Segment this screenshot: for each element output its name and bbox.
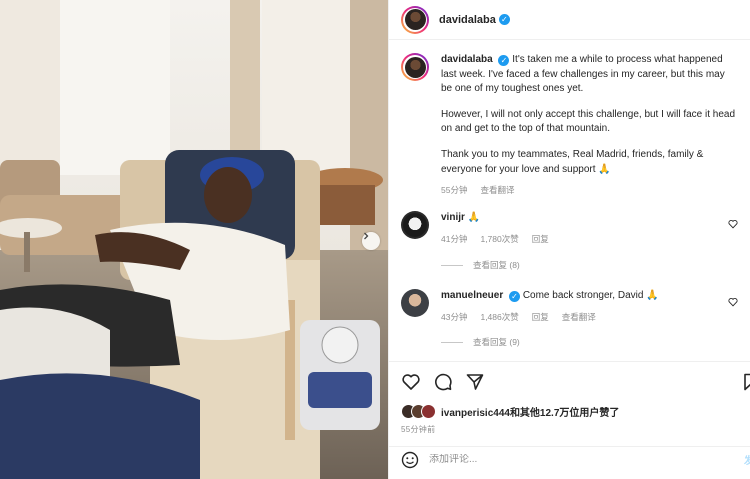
comment-manuelneuer: manuelneuer ✓ Come back stronger, David … xyxy=(401,289,738,347)
heart-icon[interactable] xyxy=(401,372,421,392)
comment-avatar[interactable] xyxy=(401,289,429,317)
heart-icon[interactable] xyxy=(728,219,738,229)
bookmark-icon[interactable] xyxy=(741,372,750,392)
view-replies-vinijr[interactable]: 查看回复 (8) xyxy=(441,259,520,271)
author-avatar[interactable] xyxy=(401,5,429,34)
comment-translate-link[interactable]: 查看翻译 xyxy=(562,310,596,325)
comment-avatar[interactable] xyxy=(401,211,429,239)
comment-reply-link[interactable]: 回复 xyxy=(532,310,549,325)
comment-text: 🙏 xyxy=(467,212,481,223)
photo-illustration xyxy=(0,0,388,479)
comment-likes[interactable]: 1,486次赞 xyxy=(480,310,518,325)
verified-badge-icon: ✓ xyxy=(509,291,521,302)
comment-time: 43分钟 xyxy=(441,311,468,322)
likes-summary: ivanperisic444和其他12.7万位用户赞了 xyxy=(401,404,619,419)
caption-text-2: However, I will not only accept this cha… xyxy=(441,108,736,135)
view-replies-label: 查看回复 (8) xyxy=(473,260,520,270)
caption-avatar[interactable] xyxy=(401,53,429,81)
carousel-next-button[interactable] xyxy=(362,232,380,250)
likes-count-text[interactable]: 和其他12.7万位用户赞了 xyxy=(510,408,619,419)
chevron-right-icon xyxy=(364,232,369,240)
comments-section: davidalaba ✓ It's taken me a while to pr… xyxy=(389,41,750,361)
comment-text: Come back stronger, David 🙏 xyxy=(522,290,659,301)
comment-input[interactable] xyxy=(429,454,709,465)
comment-username[interactable]: vinijr xyxy=(441,212,465,223)
share-icon[interactable] xyxy=(465,372,485,392)
post-details-panel: davidalaba ✓ davidalaba ✓ It's taken me … xyxy=(388,0,750,479)
liker-username[interactable]: ivanperisic444 xyxy=(441,408,510,419)
liker-avatar xyxy=(421,404,436,419)
post-photo xyxy=(0,0,388,479)
comment-username[interactable]: manuelneuer xyxy=(441,290,503,301)
comment-time: 41分钟 xyxy=(441,233,468,244)
author-username[interactable]: davidalaba xyxy=(439,14,496,26)
comment-likes[interactable]: 1,780次赞 xyxy=(480,232,518,247)
caption: davidalaba ✓ It's taken me a while to pr… xyxy=(401,53,738,198)
add-comment-bar: 发布 xyxy=(389,446,750,472)
post-actions: ivanperisic444和其他12.7万位用户赞了 55分钟前 发布 xyxy=(389,361,750,471)
comment-reply-link[interactable]: 回复 xyxy=(532,232,549,247)
view-replies-manuelneuer[interactable]: 查看回复 (9) xyxy=(441,336,520,348)
post-timestamp: 55分钟前 xyxy=(401,425,436,434)
post-comment-button[interactable]: 发布 xyxy=(744,452,750,467)
comment-vinijr: vinijr 🙏 41分钟 1,780次赞 回复 查看回复 (8) xyxy=(401,211,738,270)
caption-text-3: Thank you to my teammates, Real Madrid, … xyxy=(441,148,704,175)
verified-badge-icon: ✓ xyxy=(498,14,510,25)
caption-username[interactable]: davidalaba xyxy=(441,54,493,65)
comment-icon[interactable] xyxy=(433,372,453,392)
caption-translate-link[interactable]: 查看翻译 xyxy=(480,183,514,198)
view-replies-label: 查看回复 (9) xyxy=(473,337,520,347)
heart-icon[interactable] xyxy=(728,297,738,307)
caption-time: 55分钟 xyxy=(441,185,468,196)
verified-badge-icon: ✓ xyxy=(498,55,510,66)
emoji-icon[interactable] xyxy=(401,451,419,469)
post-header: davidalaba ✓ xyxy=(389,0,750,40)
